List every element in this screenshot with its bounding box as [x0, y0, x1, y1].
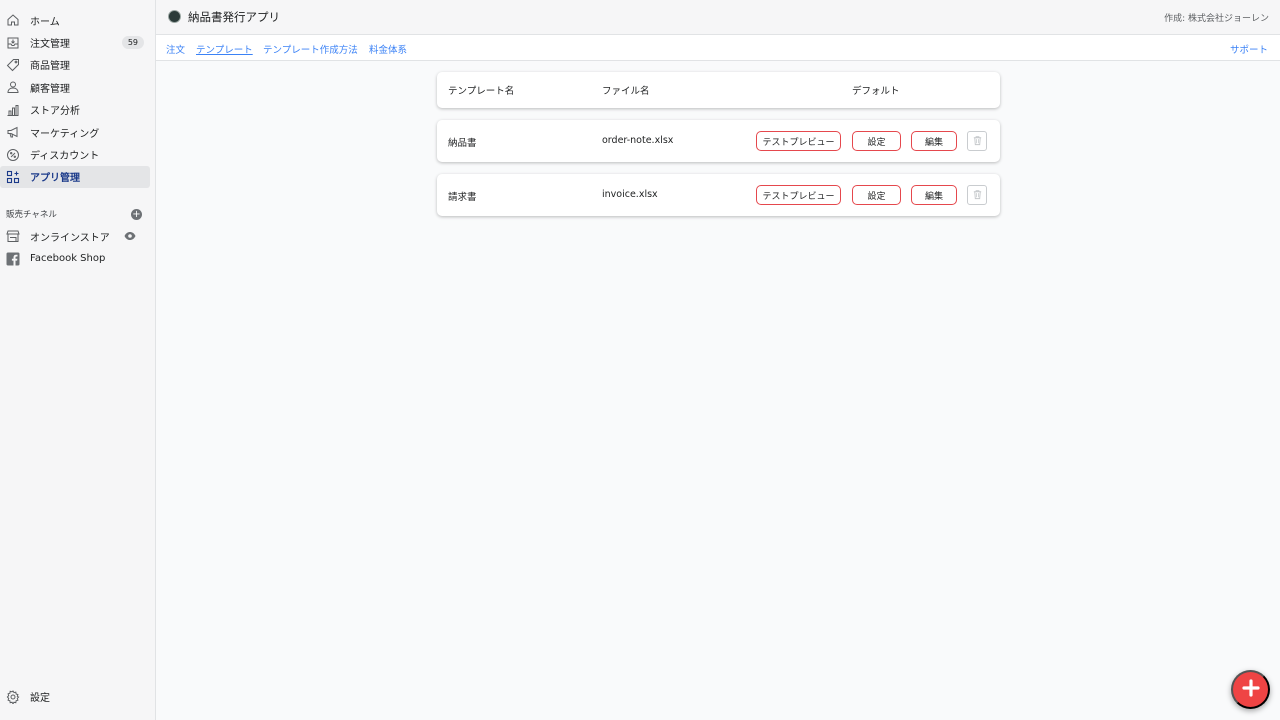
delete-button[interactable]	[967, 131, 987, 151]
settings-label: 設定	[30, 693, 50, 704]
tag-icon	[6, 58, 20, 72]
sidebar-item-online-store[interactable]: オンラインストア	[0, 225, 150, 247]
app-root: ホーム 注文管理 59 商品管理 顧客管理 ストア分析 マーケティング ディスカ…	[0, 0, 1280, 720]
app-tabs: 注文 テンプレート テンプレート作成方法 料金体系 サポート	[156, 35, 1280, 61]
header-template-name: テンプレート名	[448, 86, 515, 97]
template-name: 請求書	[448, 192, 477, 203]
table-row: 請求書 invoice.xlsx テストプレビュー 設定 編集	[437, 174, 1000, 216]
edit-button[interactable]: 編集	[911, 131, 957, 151]
apps-icon	[6, 170, 20, 184]
megaphone-icon	[6, 125, 20, 139]
orders-icon	[6, 36, 20, 50]
sidebar-item-orders[interactable]: 注文管理 59	[0, 31, 150, 53]
app-header: 納品書発行アプリ 作成: 株式会社ジョーレン	[156, 0, 1280, 35]
app-author: 作成: 株式会社ジョーレン	[1164, 14, 1269, 24]
tab-orders[interactable]: 注文	[166, 42, 185, 56]
delete-button[interactable]	[967, 185, 987, 205]
sidebar-item-discounts[interactable]: ディスカウント	[0, 143, 150, 165]
template-name: 納品書	[448, 138, 477, 149]
sidebar-item-label: マーケティング	[30, 128, 100, 140]
sidebar-nav: ホーム 注文管理 59 商品管理 顧客管理 ストア分析 マーケティング ディスカ…	[0, 9, 156, 189]
plus-icon	[1241, 678, 1261, 701]
edit-button[interactable]: 編集	[911, 185, 957, 205]
facebook-icon	[6, 252, 20, 266]
header-file-name: ファイル名	[602, 86, 650, 97]
template-table-header: テンプレート名 ファイル名 デフォルト	[437, 72, 1000, 108]
sales-channels-title: 販売チャネル	[6, 210, 57, 220]
app-logo-icon	[168, 10, 181, 23]
sales-channels-list: オンラインストア Facebook Shop	[0, 225, 156, 270]
add-template-button[interactable]	[1231, 670, 1270, 709]
sidebar-item-label: ディスカウント	[30, 151, 100, 163]
settings-button[interactable]: 設定	[852, 185, 901, 205]
sidebar-item-label: ホーム	[30, 16, 60, 28]
sidebar-item-analytics[interactable]: ストア分析	[0, 99, 150, 121]
test-preview-button[interactable]: テストプレビュー	[756, 131, 841, 151]
person-icon	[6, 80, 20, 94]
tab-templates[interactable]: テンプレート	[196, 42, 253, 56]
sidebar-item-label: 顧客管理	[30, 83, 70, 95]
test-preview-button[interactable]: テストプレビュー	[756, 185, 841, 205]
sidebar-item-facebook-shop[interactable]: Facebook Shop	[0, 247, 150, 269]
sidebar-item-apps[interactable]: アプリ管理	[0, 165, 150, 189]
table-row: 納品書 order-note.xlsx テストプレビュー 設定 編集	[437, 120, 1000, 162]
home-icon	[6, 13, 20, 27]
bar-chart-icon	[6, 103, 20, 117]
eye-icon[interactable]	[124, 231, 136, 241]
sidebar-item-products[interactable]: 商品管理	[0, 54, 150, 76]
sidebar-item-label: ストア分析	[30, 106, 80, 118]
trash-icon	[972, 134, 983, 149]
discount-icon	[6, 148, 20, 162]
add-channel-icon[interactable]: +	[131, 208, 142, 220]
header-default: デフォルト	[852, 86, 900, 97]
support-link[interactable]: サポート	[1230, 42, 1268, 56]
store-icon	[6, 229, 20, 243]
sidebar: ホーム 注文管理 59 商品管理 顧客管理 ストア分析 マーケティング ディスカ…	[0, 0, 156, 720]
sidebar-item-label: アプリ管理	[30, 173, 80, 185]
sidebar-item-home[interactable]: ホーム	[0, 9, 150, 31]
tab-pricing[interactable]: 料金体系	[369, 42, 407, 56]
template-file: order-note.xlsx	[602, 135, 674, 146]
trash-icon	[972, 188, 983, 203]
sidebar-item-customers[interactable]: 顧客管理	[0, 76, 150, 98]
sidebar-item-label: オンラインストア	[30, 232, 110, 244]
settings-button[interactable]: 設定	[852, 131, 901, 151]
gear-icon	[6, 689, 20, 705]
app-title: 納品書発行アプリ	[188, 10, 280, 24]
sidebar-item-label: 商品管理	[30, 61, 70, 73]
orders-count-badge: 59	[121, 36, 144, 50]
sidebar-item-settings[interactable]: 設定	[6, 689, 50, 705]
sidebar-item-label: 注文管理	[30, 39, 70, 51]
template-file: invoice.xlsx	[602, 189, 658, 200]
sales-channels-header: 販売チャネル +	[6, 207, 142, 221]
sidebar-item-marketing[interactable]: マーケティング	[0, 121, 150, 143]
sidebar-item-label: Facebook Shop	[30, 253, 106, 265]
tab-template-guide[interactable]: テンプレート作成方法	[263, 42, 358, 56]
